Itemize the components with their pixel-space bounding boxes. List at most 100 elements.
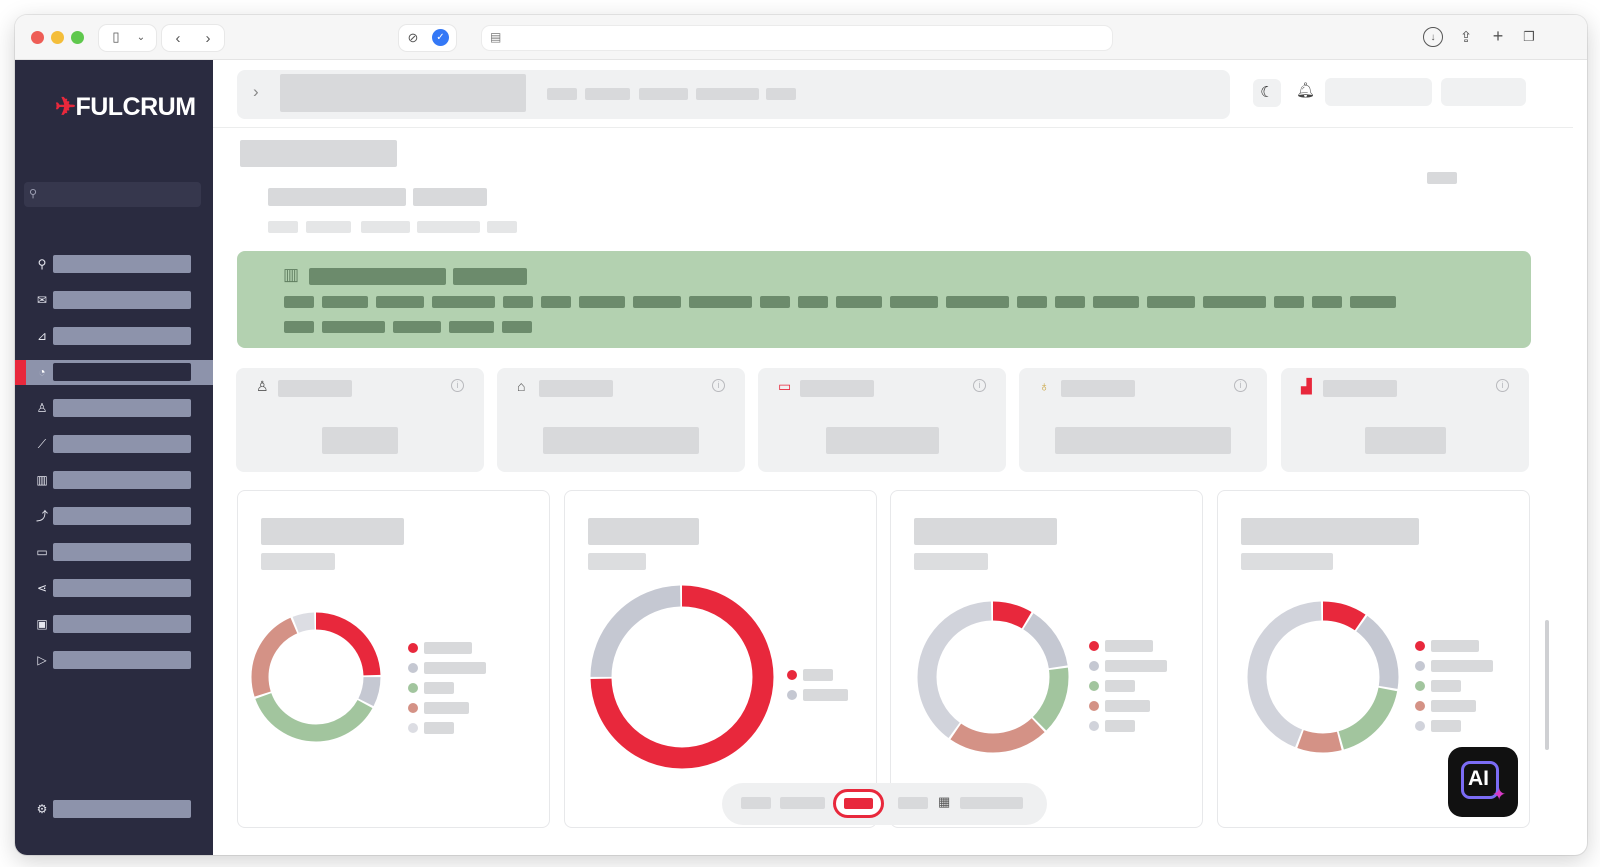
privacy-group[interactable]: ⊘ ✓ bbox=[399, 25, 456, 51]
legend-label bbox=[1105, 640, 1153, 652]
legend-label bbox=[1431, 720, 1461, 732]
sidebar-item[interactable]: ✉ bbox=[15, 288, 213, 313]
calendar-icon[interactable]: ▦ bbox=[938, 794, 950, 810]
breadcrumb-item[interactable] bbox=[766, 88, 796, 100]
close-window-button[interactable] bbox=[31, 31, 44, 44]
toolbar-item[interactable] bbox=[898, 797, 928, 809]
bar-chart-icon: ▥ bbox=[283, 265, 300, 284]
stat-card[interactable]: ♁ i bbox=[1019, 368, 1267, 472]
donut-chart bbox=[917, 601, 1069, 753]
banner-text-line bbox=[946, 296, 1009, 308]
sidebar-item[interactable]: ⟋ bbox=[15, 432, 213, 457]
header-button[interactable] bbox=[1325, 78, 1432, 106]
sidebar: ✈FULCRUM ⚲ ⚲ ✉ ⊿ ◔ ♙ ⟋ ▥ ⤴ ▭ ⋖ ▣ ▷ ⚙ bbox=[15, 60, 213, 855]
back-icon[interactable]: ‹ bbox=[168, 28, 188, 48]
meta-badge bbox=[1427, 172, 1457, 184]
toolbar-item-active[interactable] bbox=[833, 789, 884, 818]
ai-label: AI bbox=[1468, 767, 1489, 790]
sidebar-item[interactable]: ▥ bbox=[15, 468, 213, 493]
breadcrumb-item[interactable] bbox=[585, 88, 630, 100]
banner-text-line bbox=[760, 296, 790, 308]
reader-icon[interactable]: ▤ bbox=[490, 30, 501, 44]
legend-label bbox=[803, 669, 833, 681]
chevron-right-icon[interactable]: › bbox=[253, 82, 259, 102]
banner-text-line bbox=[1274, 296, 1304, 308]
sidebar-item[interactable]: ◔ bbox=[15, 360, 213, 385]
breadcrumb-item[interactable] bbox=[639, 88, 688, 100]
stat-card[interactable]: ▭ i bbox=[758, 368, 1006, 472]
info-icon[interactable]: i bbox=[1496, 379, 1509, 392]
mail-icon: ✉ bbox=[36, 293, 48, 307]
toolbar-item[interactable] bbox=[780, 797, 825, 809]
info-icon[interactable]: i bbox=[712, 379, 725, 392]
sidebar-item[interactable]: ▷ bbox=[15, 648, 213, 673]
banner-text-line bbox=[579, 296, 625, 308]
stat-card[interactable]: ♙ i bbox=[236, 368, 484, 472]
fulcrum-logo[interactable]: ✈FULCRUM bbox=[55, 92, 196, 122]
tabs-icon[interactable]: ❐ bbox=[1519, 27, 1539, 47]
ai-assistant-button[interactable]: AI ✦ bbox=[1448, 747, 1518, 817]
logo-mark: ✈ bbox=[55, 93, 76, 121]
legend-swatch bbox=[408, 663, 418, 673]
sidebar-item[interactable]: ⚲ bbox=[15, 252, 213, 277]
section-title bbox=[240, 140, 397, 167]
info-icon[interactable]: i bbox=[973, 379, 986, 392]
address-bar[interactable]: ▤ bbox=[482, 26, 1112, 50]
history-nav-group[interactable]: ‹ › bbox=[162, 25, 224, 51]
stat-value bbox=[543, 427, 699, 454]
breadcrumb-item[interactable] bbox=[547, 88, 577, 100]
toolbar-item[interactable] bbox=[960, 797, 1023, 809]
sidebar-item[interactable]: ▭ bbox=[15, 540, 213, 565]
sidebar-item[interactable]: ▣ bbox=[15, 612, 213, 637]
share-nodes-icon: ⋖ bbox=[36, 581, 48, 595]
banner-text-line bbox=[633, 296, 681, 308]
toolbar-item[interactable] bbox=[741, 797, 771, 809]
privacy-icon[interactable]: ⊘ bbox=[404, 29, 422, 47]
sidebar-toggle-icon[interactable]: ▯ bbox=[107, 28, 125, 46]
new-tab-icon[interactable]: + bbox=[1488, 26, 1508, 46]
scrollbar[interactable] bbox=[1545, 620, 1549, 750]
sidebar-item[interactable]: ⤴ bbox=[15, 504, 213, 529]
legend-swatch bbox=[408, 643, 418, 653]
download-icon[interactable]: ↓ bbox=[1423, 27, 1443, 47]
banner-title bbox=[453, 268, 527, 285]
legend-swatch bbox=[1415, 721, 1425, 731]
sidebar-item-settings[interactable]: ⚙ bbox=[15, 797, 213, 822]
info-icon[interactable]: i bbox=[1234, 379, 1247, 392]
meta-item bbox=[268, 221, 298, 233]
breadcrumb-item[interactable] bbox=[696, 88, 759, 100]
sidebar-item[interactable]: ⊿ bbox=[15, 324, 213, 349]
verified-icon[interactable]: ✓ bbox=[432, 29, 449, 46]
floating-toolbar: ▦ bbox=[722, 783, 1047, 825]
search-input[interactable]: ⚲ bbox=[24, 182, 201, 207]
sidebar-item[interactable]: ⋖ bbox=[15, 576, 213, 601]
dark-mode-icon[interactable]: ☾ bbox=[1253, 79, 1281, 107]
banner-text-line bbox=[798, 296, 828, 308]
legend-label bbox=[424, 662, 486, 674]
header-button[interactable] bbox=[1441, 78, 1526, 106]
share-icon[interactable]: ⇪ bbox=[1456, 27, 1476, 47]
line-chart-icon: ⟋ bbox=[37, 437, 47, 451]
banner-text-line bbox=[1017, 296, 1047, 308]
forward-icon[interactable]: › bbox=[198, 28, 218, 48]
sidebar-item-label bbox=[53, 471, 191, 489]
sidebar-item[interactable]: ♙ bbox=[15, 396, 213, 421]
logo-text: FULCRUM bbox=[75, 93, 196, 121]
bell-icon[interactable]: 🔔︎ bbox=[1296, 81, 1315, 99]
meta-item bbox=[487, 221, 517, 233]
stat-card[interactable]: ▟ i bbox=[1281, 368, 1529, 472]
chevron-down-icon[interactable]: ⌄ bbox=[133, 28, 149, 46]
sidebar-toggle-group[interactable]: ▯ ⌄ bbox=[99, 25, 156, 51]
minimize-window-button[interactable] bbox=[51, 31, 64, 44]
donut-chart bbox=[590, 585, 774, 769]
stat-card[interactable]: ⌂ i bbox=[497, 368, 745, 472]
gear-icon: ⚙ bbox=[36, 802, 48, 816]
maximize-window-button[interactable] bbox=[71, 31, 84, 44]
banner-text-line bbox=[393, 321, 441, 333]
image-icon: ▣ bbox=[36, 617, 48, 631]
legend-label bbox=[1105, 700, 1150, 712]
info-icon[interactable]: i bbox=[451, 379, 464, 392]
legend-swatch bbox=[1089, 641, 1099, 651]
sidebar-item-label bbox=[53, 800, 191, 818]
legend-label bbox=[1105, 720, 1135, 732]
